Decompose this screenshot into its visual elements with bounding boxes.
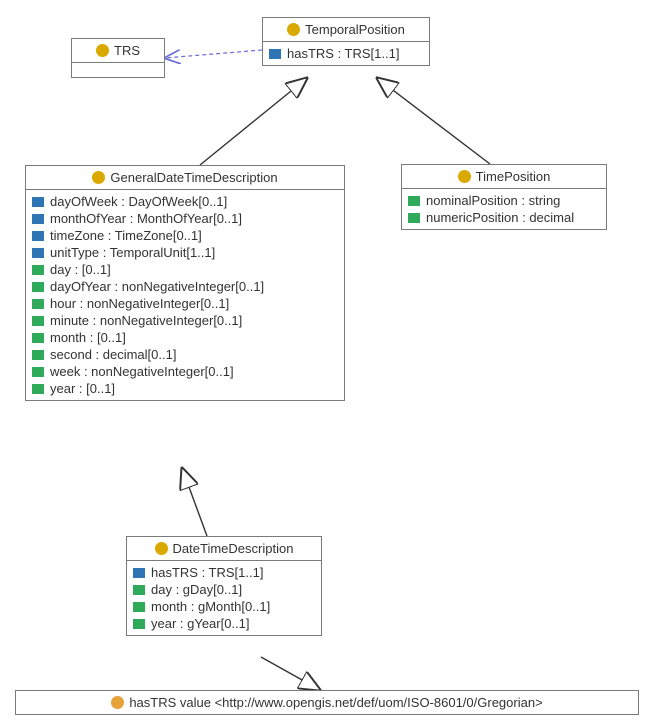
attribute-text: week : nonNegativeInteger[0..1] (50, 364, 234, 379)
data-property-icon (32, 316, 44, 326)
class-body: hasTRS : TRS[1..1] (263, 42, 429, 65)
attribute-text: hasTRS : TRS[1..1] (151, 565, 263, 580)
class-box-trs[interactable]: TRS (71, 38, 165, 78)
attribute-text: month : gMonth[0..1] (151, 599, 270, 614)
attribute-text: monthOfYear : MonthOfYear[0..1] (50, 211, 242, 226)
class-body-empty (72, 63, 164, 77)
class-title: TemporalPosition (263, 18, 429, 42)
class-attribute: second : decimal[0..1] (32, 346, 338, 363)
class-icon (287, 23, 300, 36)
attribute-text: second : decimal[0..1] (50, 347, 176, 362)
object-property-icon (32, 231, 44, 241)
class-name: TimePosition (476, 169, 551, 184)
restriction-icon (111, 696, 124, 709)
class-attribute: month : gMonth[0..1] (133, 598, 315, 615)
class-body: dayOfWeek : DayOfWeek[0..1] monthOfYear :… (26, 190, 344, 400)
class-title: TimePosition (402, 165, 606, 189)
class-attribute: day : gDay[0..1] (133, 581, 315, 598)
class-attribute: nominalPosition : string (408, 192, 600, 209)
class-box-general-date-time-description[interactable]: GeneralDateTimeDescription dayOfWeek : D… (25, 165, 345, 401)
data-property-icon (408, 196, 420, 206)
attribute-text: hour : nonNegativeInteger[0..1] (50, 296, 229, 311)
class-icon (92, 171, 105, 184)
attribute-text: timeZone : TimeZone[0..1] (50, 228, 202, 243)
class-body: hasTRS : TRS[1..1] day : gDay[0..1] month … (127, 561, 321, 635)
data-property-icon (32, 265, 44, 275)
class-name: GeneralDateTimeDescription (110, 170, 277, 185)
class-title: GeneralDateTimeDescription (26, 166, 344, 190)
class-icon (155, 542, 168, 555)
class-attribute: week : nonNegativeInteger[0..1] (32, 363, 338, 380)
class-attribute: numericPosition : decimal (408, 209, 600, 226)
data-property-icon (32, 333, 44, 343)
class-box-date-time-description[interactable]: DateTimeDescription hasTRS : TRS[1..1] da… (126, 536, 322, 636)
data-property-icon (32, 367, 44, 377)
attribute-text: unitType : TemporalUnit[1..1] (50, 245, 215, 260)
attribute-text: minute : nonNegativeInteger[0..1] (50, 313, 242, 328)
object-property-icon (133, 568, 145, 578)
data-property-icon (133, 602, 145, 612)
object-property-icon (269, 49, 281, 59)
class-attribute: hasTRS : TRS[1..1] (269, 45, 423, 62)
class-attribute: timeZone : TimeZone[0..1] (32, 227, 338, 244)
class-attribute: minute : nonNegativeInteger[0..1] (32, 312, 338, 329)
attribute-text: nominalPosition : string (426, 193, 560, 208)
attribute-text: dayOfWeek : DayOfWeek[0..1] (50, 194, 227, 209)
object-property-icon (32, 248, 44, 258)
attribute-text: dayOfYear : nonNegativeInteger[0..1] (50, 279, 264, 294)
class-attribute: year : gYear[0..1] (133, 615, 315, 632)
data-property-icon (133, 619, 145, 629)
class-box-time-position[interactable]: TimePosition nominalPosition : string num… (401, 164, 607, 230)
object-property-icon (32, 197, 44, 207)
data-property-icon (133, 585, 145, 595)
class-attribute: day : [0..1] (32, 261, 338, 278)
class-title: DateTimeDescription (127, 537, 321, 561)
restriction-text: hasTRS value <http://www.opengis.net/def… (129, 695, 542, 710)
data-property-icon (32, 384, 44, 394)
attribute-text: numericPosition : decimal (426, 210, 574, 225)
class-icon (96, 44, 109, 57)
attribute-text: year : [0..1] (50, 381, 115, 396)
class-name: TemporalPosition (305, 22, 405, 37)
data-property-icon (408, 213, 420, 223)
class-body: nominalPosition : string numericPosition … (402, 189, 606, 229)
attribute-text: month : [0..1] (50, 330, 126, 345)
class-attribute: monthOfYear : MonthOfYear[0..1] (32, 210, 338, 227)
class-attribute: unitType : TemporalUnit[1..1] (32, 244, 338, 261)
class-name: TRS (114, 43, 140, 58)
attribute-text: day : gDay[0..1] (151, 582, 242, 597)
class-title: TRS (72, 39, 164, 63)
class-attribute: hasTRS : TRS[1..1] (133, 564, 315, 581)
restriction-title: hasTRS value <http://www.opengis.net/def… (16, 691, 638, 714)
data-property-icon (32, 350, 44, 360)
class-box-temporal-position[interactable]: TemporalPosition hasTRS : TRS[1..1] (262, 17, 430, 66)
class-attribute: year : [0..1] (32, 380, 338, 397)
restriction-box[interactable]: hasTRS value <http://www.opengis.net/def… (15, 690, 639, 715)
attribute-text: day : [0..1] (50, 262, 111, 277)
class-attribute: dayOfWeek : DayOfWeek[0..1] (32, 193, 338, 210)
class-attribute: dayOfYear : nonNegativeInteger[0..1] (32, 278, 338, 295)
attribute-text: year : gYear[0..1] (151, 616, 250, 631)
data-property-icon (32, 299, 44, 309)
class-name: DateTimeDescription (173, 541, 294, 556)
class-icon (458, 170, 471, 183)
attribute-text: hasTRS : TRS[1..1] (287, 46, 399, 61)
class-attribute: month : [0..1] (32, 329, 338, 346)
data-property-icon (32, 282, 44, 292)
object-property-icon (32, 214, 44, 224)
class-attribute: hour : nonNegativeInteger[0..1] (32, 295, 338, 312)
